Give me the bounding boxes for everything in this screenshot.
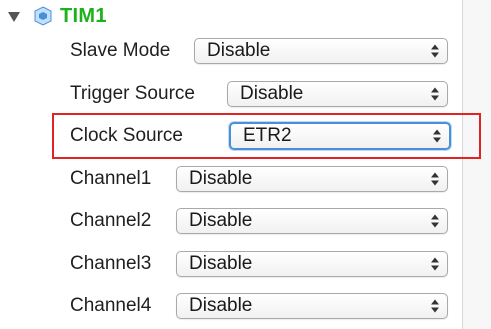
- chip-icon: [34, 6, 52, 26]
- trigger-source-select[interactable]: Disable: [227, 81, 448, 107]
- clock-source-select[interactable]: ETR2: [229, 122, 451, 150]
- up-down-stepper-icon: [431, 214, 439, 228]
- select-value: Disable: [189, 295, 253, 316]
- slave-mode-select[interactable]: Disable: [194, 38, 448, 64]
- select-value: Disable: [240, 83, 304, 104]
- peripheral-title: TIM1: [60, 4, 107, 27]
- field-row-trigger-source: Trigger Source: [70, 79, 195, 109]
- up-down-stepper-icon: [431, 172, 439, 186]
- field-label: Clock Source: [70, 125, 183, 146]
- field-row-channel1: Channel1: [70, 164, 151, 194]
- field-label: Channel4: [70, 295, 152, 316]
- up-down-stepper-icon: [431, 44, 439, 58]
- field-row-channel4: Channel4: [70, 291, 151, 321]
- channel4-select[interactable]: Disable: [176, 293, 448, 319]
- up-down-stepper-icon: [431, 299, 439, 313]
- up-down-stepper-icon: [431, 87, 439, 101]
- up-down-stepper-icon: [431, 257, 439, 271]
- select-value: Disable: [189, 210, 253, 231]
- field-row-slave-mode: Slave Mode: [70, 36, 170, 66]
- select-value: Disable: [189, 253, 253, 274]
- field-label: Channel2: [70, 210, 152, 231]
- channel2-select[interactable]: Disable: [176, 208, 448, 234]
- up-down-stepper-icon: [433, 129, 441, 143]
- field-label: Channel3: [70, 253, 152, 274]
- select-value: ETR2: [243, 125, 292, 146]
- field-row-channel3: Channel3: [70, 249, 151, 279]
- select-value: Disable: [189, 168, 253, 189]
- field-label: Trigger Source: [70, 83, 195, 104]
- field-label: Slave Mode: [70, 40, 171, 61]
- select-value: Disable: [207, 40, 271, 61]
- tree-node-header[interactable]: TIM1: [8, 4, 107, 28]
- channel3-select[interactable]: Disable: [176, 251, 448, 277]
- field-row-channel2: Channel2: [70, 206, 151, 236]
- disclosure-triangle-icon[interactable]: [8, 12, 20, 22]
- channel1-select[interactable]: Disable: [176, 166, 448, 192]
- field-row-clock-source: Clock Source: [70, 121, 183, 151]
- vertical-scrollbar[interactable]: [463, 0, 491, 329]
- field-label: Channel1: [70, 168, 152, 189]
